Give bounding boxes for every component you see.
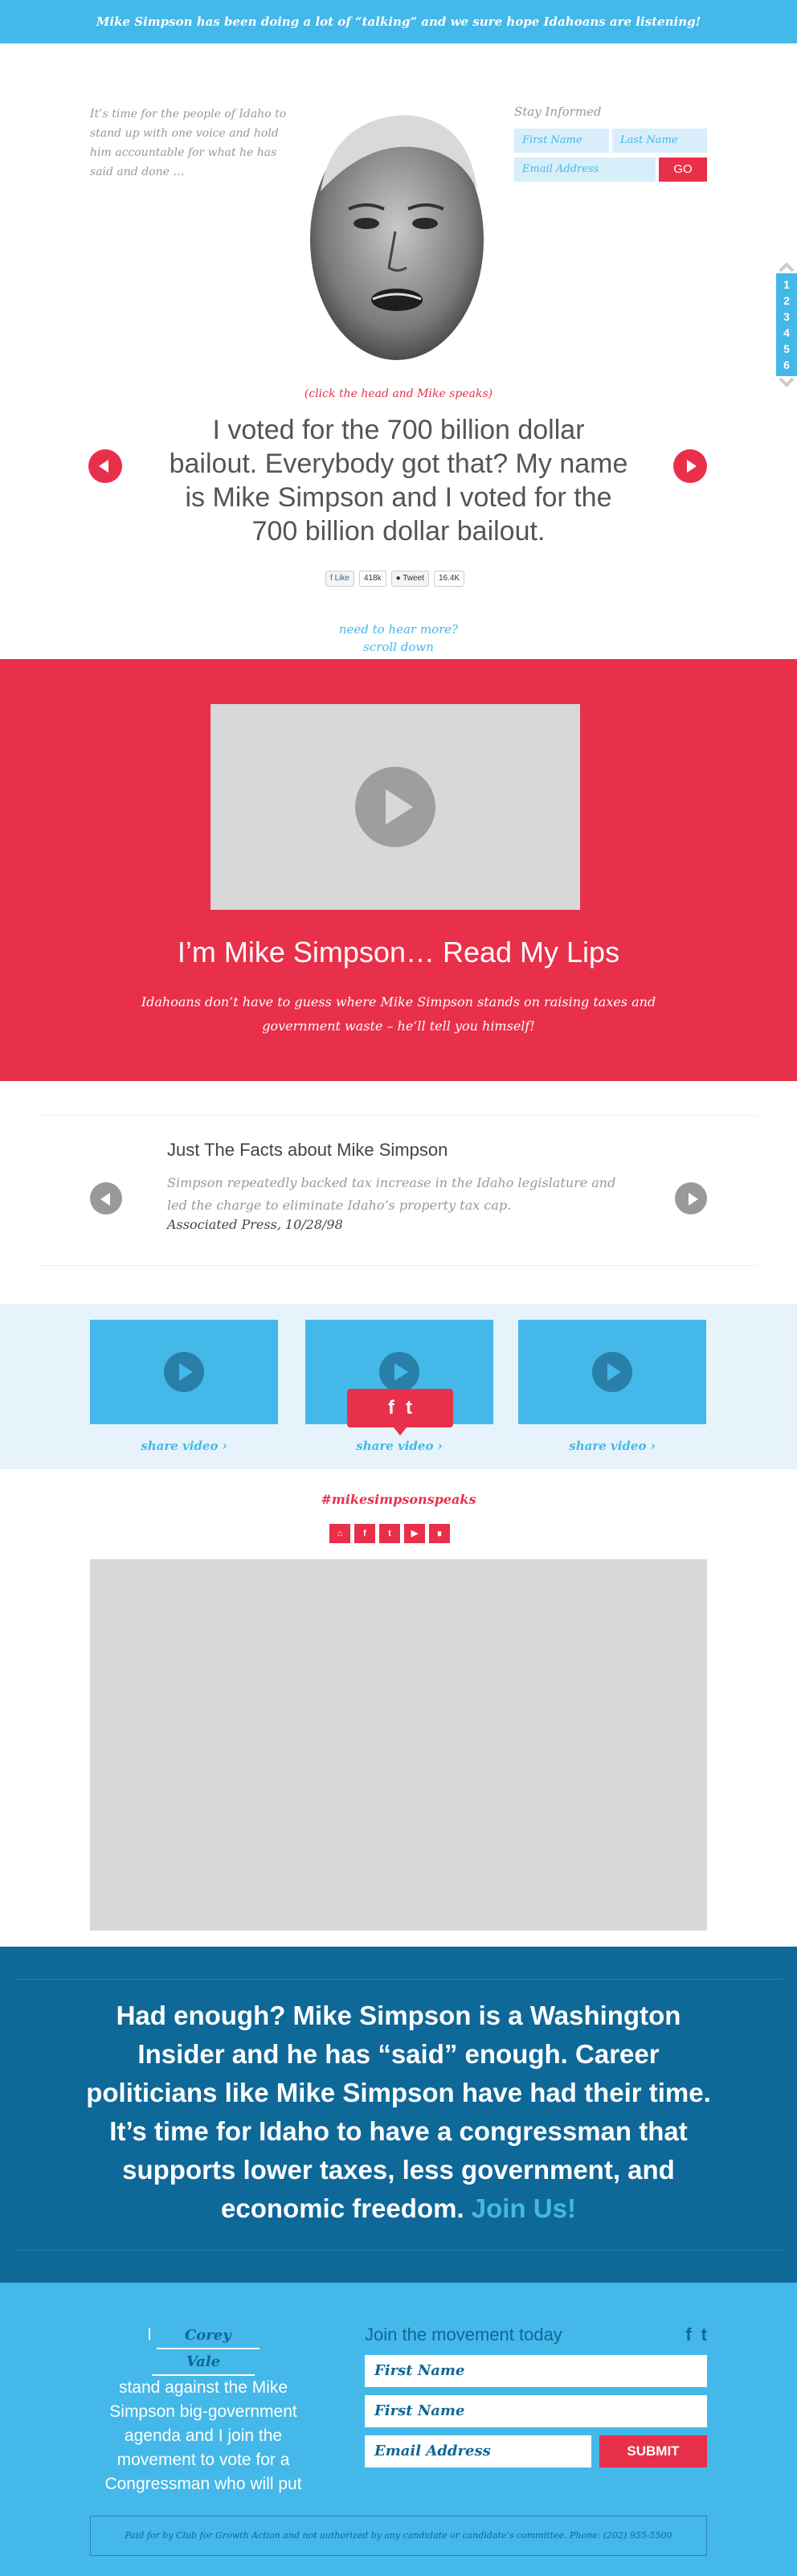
tweet-count: 16.4K bbox=[433, 571, 465, 587]
chevron-up-icon[interactable] bbox=[779, 262, 795, 273]
hero-intro: It’s time for the people of Idaho to sta… bbox=[90, 108, 287, 178]
email-field[interactable]: Email Address bbox=[365, 2435, 591, 2467]
video-thumbnail[interactable] bbox=[90, 1320, 278, 1424]
twitter-icon[interactable]: t bbox=[379, 1524, 400, 1543]
home-icon[interactable]: ⌂ bbox=[329, 1524, 350, 1543]
twitter-icon[interactable]: t bbox=[406, 1397, 412, 1419]
top-banner: Mike Simpson has been doing a lot of “ta… bbox=[0, 0, 797, 43]
twitter-icon[interactable]: t bbox=[701, 2324, 707, 2345]
prev-quote-button[interactable] bbox=[88, 449, 122, 483]
like-count: 418k bbox=[358, 571, 386, 587]
facebook-icon[interactable]: f bbox=[354, 1524, 375, 1543]
pledge-first-name[interactable]: Corey bbox=[156, 2324, 260, 2349]
banner-text: Mike Simpson has been doing a lot of “ta… bbox=[96, 14, 701, 29]
first-name-field[interactable]: First Name bbox=[365, 2355, 707, 2387]
divider bbox=[14, 1979, 783, 1980]
next-fact-button[interactable] bbox=[675, 1182, 707, 1214]
pager-item[interactable]: 5 bbox=[776, 341, 797, 357]
tweet-button[interactable]: ● Tweet bbox=[390, 571, 429, 587]
tweet-label: Tweet bbox=[403, 574, 424, 583]
video-thumbnail[interactable] bbox=[518, 1320, 706, 1424]
facebook-icon[interactable]: f bbox=[685, 2324, 691, 2345]
prev-fact-button[interactable] bbox=[90, 1182, 122, 1214]
join-section: I Corey Vale stand against the Mike Simp… bbox=[0, 2283, 797, 2576]
pager-item[interactable]: 2 bbox=[776, 293, 797, 309]
youtube-icon[interactable]: ▶ bbox=[404, 1524, 425, 1543]
play-icon bbox=[592, 1352, 632, 1392]
facebook-like-button[interactable]: f Like bbox=[325, 571, 354, 587]
rss-icon[interactable]: ∎ bbox=[429, 1524, 450, 1543]
had-enough-text: Had enough? Mike Simpson is a Washington… bbox=[80, 1997, 717, 2228]
social-share-counts: f Like 418k ● Tweet 16.4K bbox=[325, 571, 465, 587]
main-video-player[interactable] bbox=[210, 704, 580, 910]
video-gallery: f t share video › share video › share vi… bbox=[0, 1304, 797, 1469]
share-video-link[interactable]: share video › bbox=[305, 1439, 493, 1453]
read-my-lips-section: I’m Mike Simpson… Read My Lips Idahoans … bbox=[0, 659, 797, 1081]
next-quote-button[interactable] bbox=[673, 449, 707, 483]
pledge-text: I Corey Vale stand against the Mike Simp… bbox=[96, 2323, 310, 2496]
paid-for-disclaimer: Paid for by Club for Growth Action and n… bbox=[90, 2516, 707, 2556]
had-enough-body: Had enough? Mike Simpson is a Washington… bbox=[86, 2001, 711, 2223]
pager-item[interactable]: 3 bbox=[776, 309, 797, 325]
had-enough-section: Had enough? Mike Simpson is a Washington… bbox=[0, 1947, 797, 2283]
pledge-last-name[interactable]: Vale bbox=[152, 2350, 255, 2376]
pager-item[interactable]: 6 bbox=[776, 357, 797, 373]
section-pager: 1 2 3 4 5 6 bbox=[776, 262, 797, 387]
scroll-hint-question: need to hear more? bbox=[338, 622, 459, 637]
scroll-hint: need to hear more? scroll down bbox=[0, 620, 797, 656]
go-button[interactable]: GO bbox=[659, 158, 707, 182]
read-my-lips-subtitle: Idahoans don’t have to guess where Mike … bbox=[141, 994, 656, 1034]
join-us-link[interactable]: Join Us! bbox=[472, 2193, 576, 2223]
pledge-i: I bbox=[147, 2325, 152, 2344]
facts-body: Simpson repeatedly backed tax increase i… bbox=[167, 1175, 616, 1213]
pager-item[interactable]: 1 bbox=[776, 276, 797, 293]
mike-simpson-head-illustration bbox=[310, 115, 484, 360]
social-feed bbox=[90, 1559, 707, 1931]
share-video-link[interactable]: share video › bbox=[90, 1439, 278, 1453]
facts-title: Just The Facts about Mike Simpson bbox=[167, 1140, 448, 1160]
play-icon bbox=[355, 767, 435, 847]
twitter-icon: ● bbox=[395, 574, 403, 583]
hero-quote: I voted for the 700 billion dollar bailo… bbox=[169, 415, 628, 547]
email-field[interactable]: Email Address bbox=[514, 158, 656, 182]
facebook-icon[interactable]: f bbox=[388, 1397, 394, 1419]
first-name-field[interactable]: First Name bbox=[514, 129, 609, 153]
share-popover: f t bbox=[347, 1389, 453, 1435]
last-name-field[interactable]: Last Name bbox=[612, 129, 707, 153]
hero-section: It’s time for the people of Idaho to sta… bbox=[0, 43, 797, 672]
chevron-down-icon[interactable] bbox=[779, 376, 795, 387]
play-icon bbox=[164, 1352, 204, 1392]
share-video-link[interactable]: share video › bbox=[518, 1439, 706, 1453]
submit-button[interactable]: SUBMIT bbox=[599, 2435, 707, 2467]
facts-source: Associated Press, 10/28/98 bbox=[167, 1217, 343, 1232]
pledge-body: stand against the Mike Simpson big-gover… bbox=[104, 2378, 302, 2493]
click-head-hint: (click the head and Mike speaks) bbox=[304, 387, 493, 400]
facts-section: Just The Facts about Mike Simpson Simpso… bbox=[40, 1115, 757, 1266]
last-name-field[interactable]: First Name bbox=[365, 2395, 707, 2427]
like-label: Like bbox=[334, 574, 349, 583]
join-movement-form: Join the movement today f t First Name F… bbox=[365, 2324, 707, 2476]
join-movement-title: Join the movement today bbox=[365, 2324, 562, 2345]
stay-informed-label: Stay Informed bbox=[514, 104, 602, 119]
speaking-head-image[interactable] bbox=[300, 103, 493, 368]
pager-item[interactable]: 4 bbox=[776, 325, 797, 341]
read-my-lips-title: I’m Mike Simpson… Read My Lips bbox=[177, 936, 620, 969]
play-icon bbox=[379, 1352, 419, 1392]
scroll-hint-action: scroll down bbox=[363, 640, 434, 654]
hashtag[interactable]: #mikesimpsonspeaks bbox=[0, 1492, 797, 1507]
stay-informed-form: Stay Informed First Name Last Name Email… bbox=[514, 104, 707, 186]
social-links: ⌂ f t ▶ ∎ bbox=[329, 1524, 450, 1543]
